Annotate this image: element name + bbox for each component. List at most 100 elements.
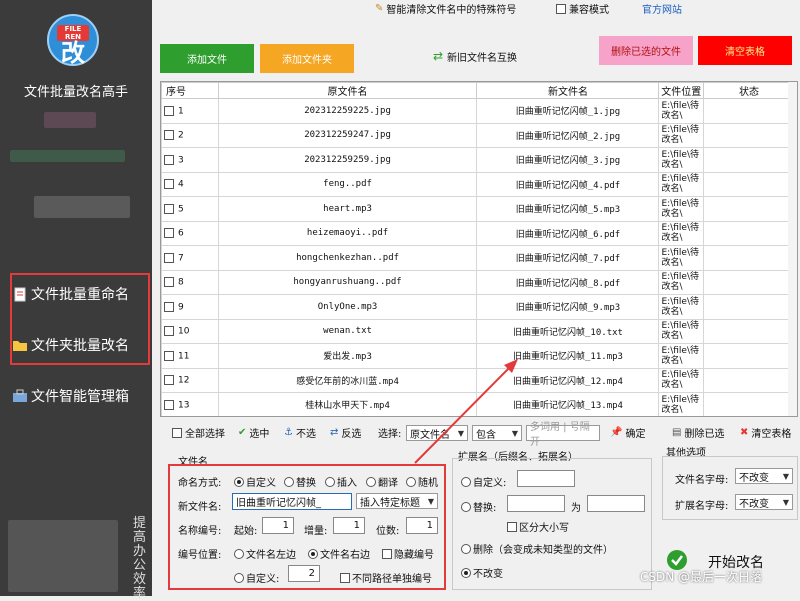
method-replace-radio[interactable]: 替换: [284, 474, 316, 489]
row-number-cell[interactable]: 10: [161, 318, 219, 344]
col-header-new[interactable]: 新文件名: [476, 82, 660, 99]
add-files-button[interactable]: 添加文件: [160, 44, 254, 73]
table-row[interactable]: 5 heart.mp3 旧曲重听记忆闪帧_5.mp3 E:\file\待改名\: [161, 196, 796, 222]
ext-replace-from-input[interactable]: [507, 495, 565, 512]
add-folder-button[interactable]: 添加文件夹: [260, 44, 354, 73]
radio-icon: [234, 548, 244, 559]
table-row[interactable]: 10 wenan.txt 旧曲重听记忆闪帧_10.txt E:\file\待改名\: [161, 318, 796, 344]
checkbox-icon[interactable]: [164, 350, 174, 361]
sidebar-item-toolbox[interactable]: 文件智能管理箱: [12, 386, 129, 406]
row-number-cell[interactable]: 12: [161, 367, 219, 393]
compat-mode-checkbox[interactable]: 兼容模式: [556, 1, 609, 16]
clear-table-button[interactable]: 清空表格: [698, 36, 792, 65]
radio-icon: [461, 567, 471, 578]
separate-path-checkbox[interactable]: 不同路径单独编号: [340, 570, 432, 585]
row-number-cell[interactable]: 4: [161, 171, 219, 197]
row-number-cell[interactable]: 13: [161, 392, 219, 416]
slogan-vertical: 提高办公效率: [133, 516, 147, 601]
row-number-cell[interactable]: 2: [161, 122, 219, 148]
row-number-cell[interactable]: 3: [161, 147, 219, 173]
table-row[interactable]: 8 hongyanrushuang..pdf 旧曲重听记忆闪帧_8.pdf E:\fi…: [161, 269, 796, 295]
delete-checked-button[interactable]: ▤ 删除已选: [672, 425, 724, 440]
row-number-cell[interactable]: 7: [161, 245, 219, 271]
checkbox-icon[interactable]: [164, 301, 174, 312]
checkbox-icon[interactable]: [164, 179, 174, 189]
swap-names-label: 新旧文件名互换: [447, 52, 518, 64]
keyword-input[interactable]: 多词用 | 号隔开: [526, 422, 600, 448]
official-site-link[interactable]: 官方网站: [642, 1, 682, 16]
start-input[interactable]: 1: [262, 517, 294, 534]
method-translate-radio[interactable]: 翻译: [366, 474, 398, 489]
logo-glyph: 改: [61, 39, 85, 67]
method-insert-radio[interactable]: 插入: [325, 474, 357, 489]
method-custom-radio[interactable]: 自定义: [234, 474, 276, 489]
col-header-no[interactable]: 序号: [161, 82, 219, 99]
status-cell: [702, 318, 796, 344]
method-random-radio[interactable]: 随机: [406, 474, 438, 489]
insert-title-dropdown[interactable]: 插入特定标题 ▼: [356, 493, 438, 509]
ext-case-checkbox[interactable]: 区分大小写: [507, 519, 569, 534]
pos-left-radio[interactable]: 文件名左边: [234, 546, 296, 561]
select-all-checkbox[interactable]: 全部选择: [172, 425, 225, 440]
ext-replace-to-input[interactable]: [587, 495, 645, 512]
checkbox-icon[interactable]: [164, 252, 174, 263]
pos-custom-input[interactable]: 2: [288, 565, 320, 582]
row-number-cell[interactable]: 5: [161, 196, 219, 222]
table-row[interactable]: 1 202312259225.jpg 旧曲重听记忆闪帧_1.jpg E:\file\待…: [161, 98, 796, 124]
pos-custom-radio[interactable]: 自定义:: [234, 570, 279, 585]
ext-custom-radio[interactable]: 自定义:: [461, 474, 506, 489]
digits-input[interactable]: 1: [406, 517, 438, 534]
table-row[interactable]: 9 OnlyOne.mp3 旧曲重听记忆闪帧_9.mp3 E:\file\待改名\: [161, 294, 796, 320]
table-row[interactable]: 3 202312259259.jpg 旧曲重听记忆闪帧_3.jpg E:\file\待…: [161, 147, 796, 173]
clear-special-chars-link[interactable]: ✎ 智能清除文件名中的特殊符号: [375, 1, 516, 16]
table-row[interactable]: 6 heizemaoyi..pdf 旧曲重听记忆闪帧_6.pdf E:\file\待改…: [161, 220, 796, 246]
hide-number-checkbox[interactable]: 隐藏编号: [382, 546, 434, 561]
ext-nochange-radio[interactable]: 不改变: [461, 565, 503, 580]
row-number: 2: [178, 130, 184, 141]
checkbox-icon[interactable]: [164, 154, 174, 165]
check-icon: ✔: [238, 427, 247, 438]
chevron-down-icon: ▼: [782, 472, 789, 481]
check-button[interactable]: ✔ 选中: [238, 425, 269, 440]
table-row[interactable]: 7 hongchenkezhan..pdf 旧曲重听记忆闪帧_7.pdf E:\fil…: [161, 245, 796, 271]
clear-table-small-button[interactable]: ✖ 清空表格: [740, 425, 791, 440]
vertical-scrollbar[interactable]: [788, 82, 797, 416]
delete-selected-button[interactable]: 删除已选的文件: [599, 36, 693, 65]
col-header-orig[interactable]: 原文件名: [217, 82, 478, 99]
swap-names-button[interactable]: ⇄ 新旧文件名互换: [425, 46, 525, 66]
radio-icon: [461, 543, 471, 554]
row-number: 9: [178, 302, 184, 312]
checkbox-icon[interactable]: [164, 277, 174, 287]
status-cell: [702, 245, 796, 271]
step-input[interactable]: 1: [333, 517, 365, 534]
sidebar-item-file-rename[interactable]: 文件批量重命名: [12, 284, 129, 304]
location-cell: E:\file\待改名\: [658, 392, 704, 416]
checkbox-icon[interactable]: [164, 228, 174, 238]
sidebar-item-folder-rename[interactable]: 文件夹批量改名: [12, 335, 129, 355]
row-number-cell[interactable]: 1: [161, 98, 219, 124]
row-number-cell[interactable]: 6: [161, 220, 219, 246]
row-number-cell[interactable]: 8: [161, 269, 219, 295]
row-number-cell[interactable]: 9: [161, 294, 219, 320]
checkbox-icon[interactable]: [164, 203, 174, 214]
ext-replace-radio[interactable]: 替换:: [461, 499, 496, 514]
col-header-location[interactable]: 文件位置: [658, 82, 704, 99]
table-row[interactable]: 2 202312259247.jpg 旧曲重听记忆闪帧_2.jpg E:\file\待…: [161, 122, 796, 148]
checkbox-icon[interactable]: [164, 326, 174, 336]
pos-right-radio[interactable]: 文件名右边: [308, 546, 370, 561]
name-case-dropdown[interactable]: 不改变 ▼: [735, 468, 793, 484]
confirm-button[interactable]: 📌 确定: [610, 425, 645, 440]
orig-name-cell: hongchenkezhan..pdf: [217, 245, 478, 271]
table-row[interactable]: 4 feng..pdf 旧曲重听记忆闪帧_4.pdf E:\file\待改名\: [161, 171, 796, 197]
col-header-status[interactable]: 状态: [702, 82, 796, 99]
ext-delete-radio[interactable]: 删除（会变成未知类型的文件）: [461, 541, 613, 556]
checkbox-icon[interactable]: [164, 375, 174, 385]
ext-case-dropdown[interactable]: 不改变 ▼: [735, 494, 793, 510]
newname-input[interactable]: 旧曲重听记忆闪帧_: [232, 493, 352, 510]
checkbox-icon[interactable]: [164, 130, 174, 140]
checkbox-icon[interactable]: [164, 399, 174, 410]
row-number-cell[interactable]: 11: [161, 343, 219, 369]
invert-button[interactable]: ⇄ 反选: [330, 425, 361, 440]
checkbox-icon[interactable]: [164, 105, 174, 116]
uncheck-button[interactable]: ⚓ 不选: [284, 425, 316, 440]
